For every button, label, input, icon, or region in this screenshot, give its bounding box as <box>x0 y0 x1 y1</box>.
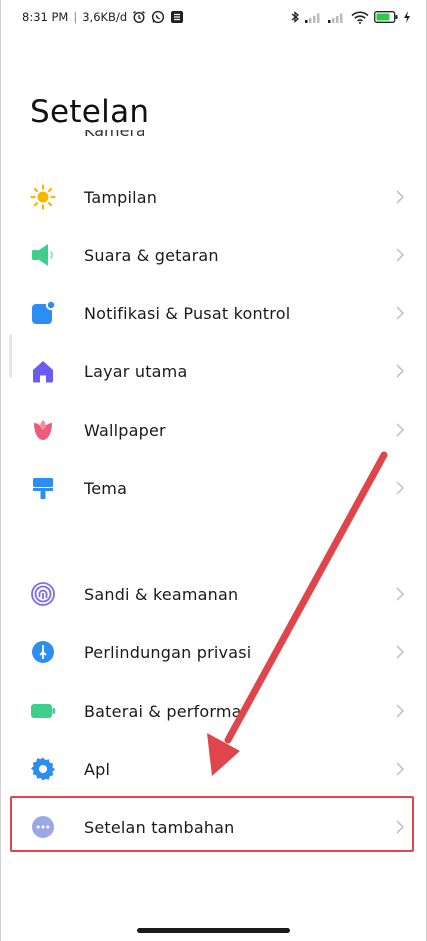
settings-item-label: Suara & getaran <box>84 245 219 265</box>
settings-item-label: Notifikasi & Pusat kontrol <box>84 303 291 323</box>
settings-item-label: Layar utama <box>84 361 188 381</box>
signal-2-icon <box>328 11 346 23</box>
settings-item-label: Apl <box>84 759 111 779</box>
chevron-right-icon <box>396 704 405 718</box>
whatsapp-icon <box>151 10 165 24</box>
wifi-icon <box>351 11 369 24</box>
home-indicator[interactable] <box>137 928 290 933</box>
chevron-right-icon <box>396 645 405 659</box>
chevron-right-icon <box>396 190 405 204</box>
status-time: 8:31 PM <box>22 10 69 24</box>
speaker-icon <box>30 242 56 268</box>
settings-item-layar-utama[interactable]: Layar utama <box>0 342 427 400</box>
chevron-right-icon <box>396 481 405 495</box>
settings-item-privasi[interactable]: Perlindungan privasi <box>0 623 427 681</box>
settings-item-sandi[interactable]: Sandi & keamanan <box>0 565 427 623</box>
gear-icon <box>30 756 56 782</box>
home-icon <box>30 358 56 384</box>
chevron-right-icon <box>396 762 405 776</box>
settings-item-tema[interactable]: Tema <box>0 459 427 517</box>
app-notification-icon <box>170 10 184 24</box>
charging-icon <box>403 11 411 23</box>
chevron-right-icon <box>396 423 405 437</box>
settings-item-notifikasi[interactable]: Notifikasi & Pusat kontrol <box>0 284 427 342</box>
notification-icon <box>30 300 56 326</box>
settings-item-baterai[interactable]: Baterai & performa <box>0 682 427 740</box>
signal-1-icon <box>305 11 323 23</box>
brush-icon <box>30 475 56 501</box>
chevron-right-icon <box>396 306 405 320</box>
bluetooth-icon <box>290 10 300 24</box>
fingerprint-icon <box>30 581 56 607</box>
settings-item-tampilan[interactable]: Tampilan <box>0 168 427 226</box>
status-bar-right <box>290 10 411 24</box>
sun-icon <box>30 184 56 210</box>
status-bar: 8:31 PM | 3,6KB/d <box>0 0 427 34</box>
chevron-right-icon <box>396 587 405 601</box>
settings-item-label: Tema <box>84 478 128 498</box>
battery-status-icon <box>374 11 398 23</box>
status-network-speed: 3,6KB/d <box>82 10 128 24</box>
battery-icon <box>30 698 56 724</box>
partial-list-item: Kamera <box>84 130 144 140</box>
shield-icon <box>30 639 56 665</box>
tulip-icon <box>30 417 56 443</box>
settings-item-label: Perlindungan privasi <box>84 642 252 662</box>
settings-screen: 8:31 PM | 3,6KB/d Setelan Kamera Tampila… <box>0 0 427 941</box>
chevron-right-icon <box>396 364 405 378</box>
settings-item-label: Tampilan <box>84 187 158 207</box>
alarm-icon <box>132 10 146 24</box>
settings-item-label: Wallpaper <box>84 420 166 440</box>
highlight-box <box>10 796 414 852</box>
chevron-right-icon <box>396 248 405 262</box>
status-separator: | <box>73 10 78 24</box>
settings-item-suara[interactable]: Suara & getaran <box>0 226 427 284</box>
page-title: Setelan <box>30 94 150 130</box>
status-bar-left: 8:31 PM | 3,6KB/d <box>22 10 184 24</box>
settings-item-apl[interactable]: Apl <box>0 740 427 798</box>
settings-item-label: Sandi & keamanan <box>84 584 239 604</box>
settings-item-label: Baterai & performa <box>84 701 242 721</box>
settings-item-wallpaper[interactable]: Wallpaper <box>0 401 427 459</box>
